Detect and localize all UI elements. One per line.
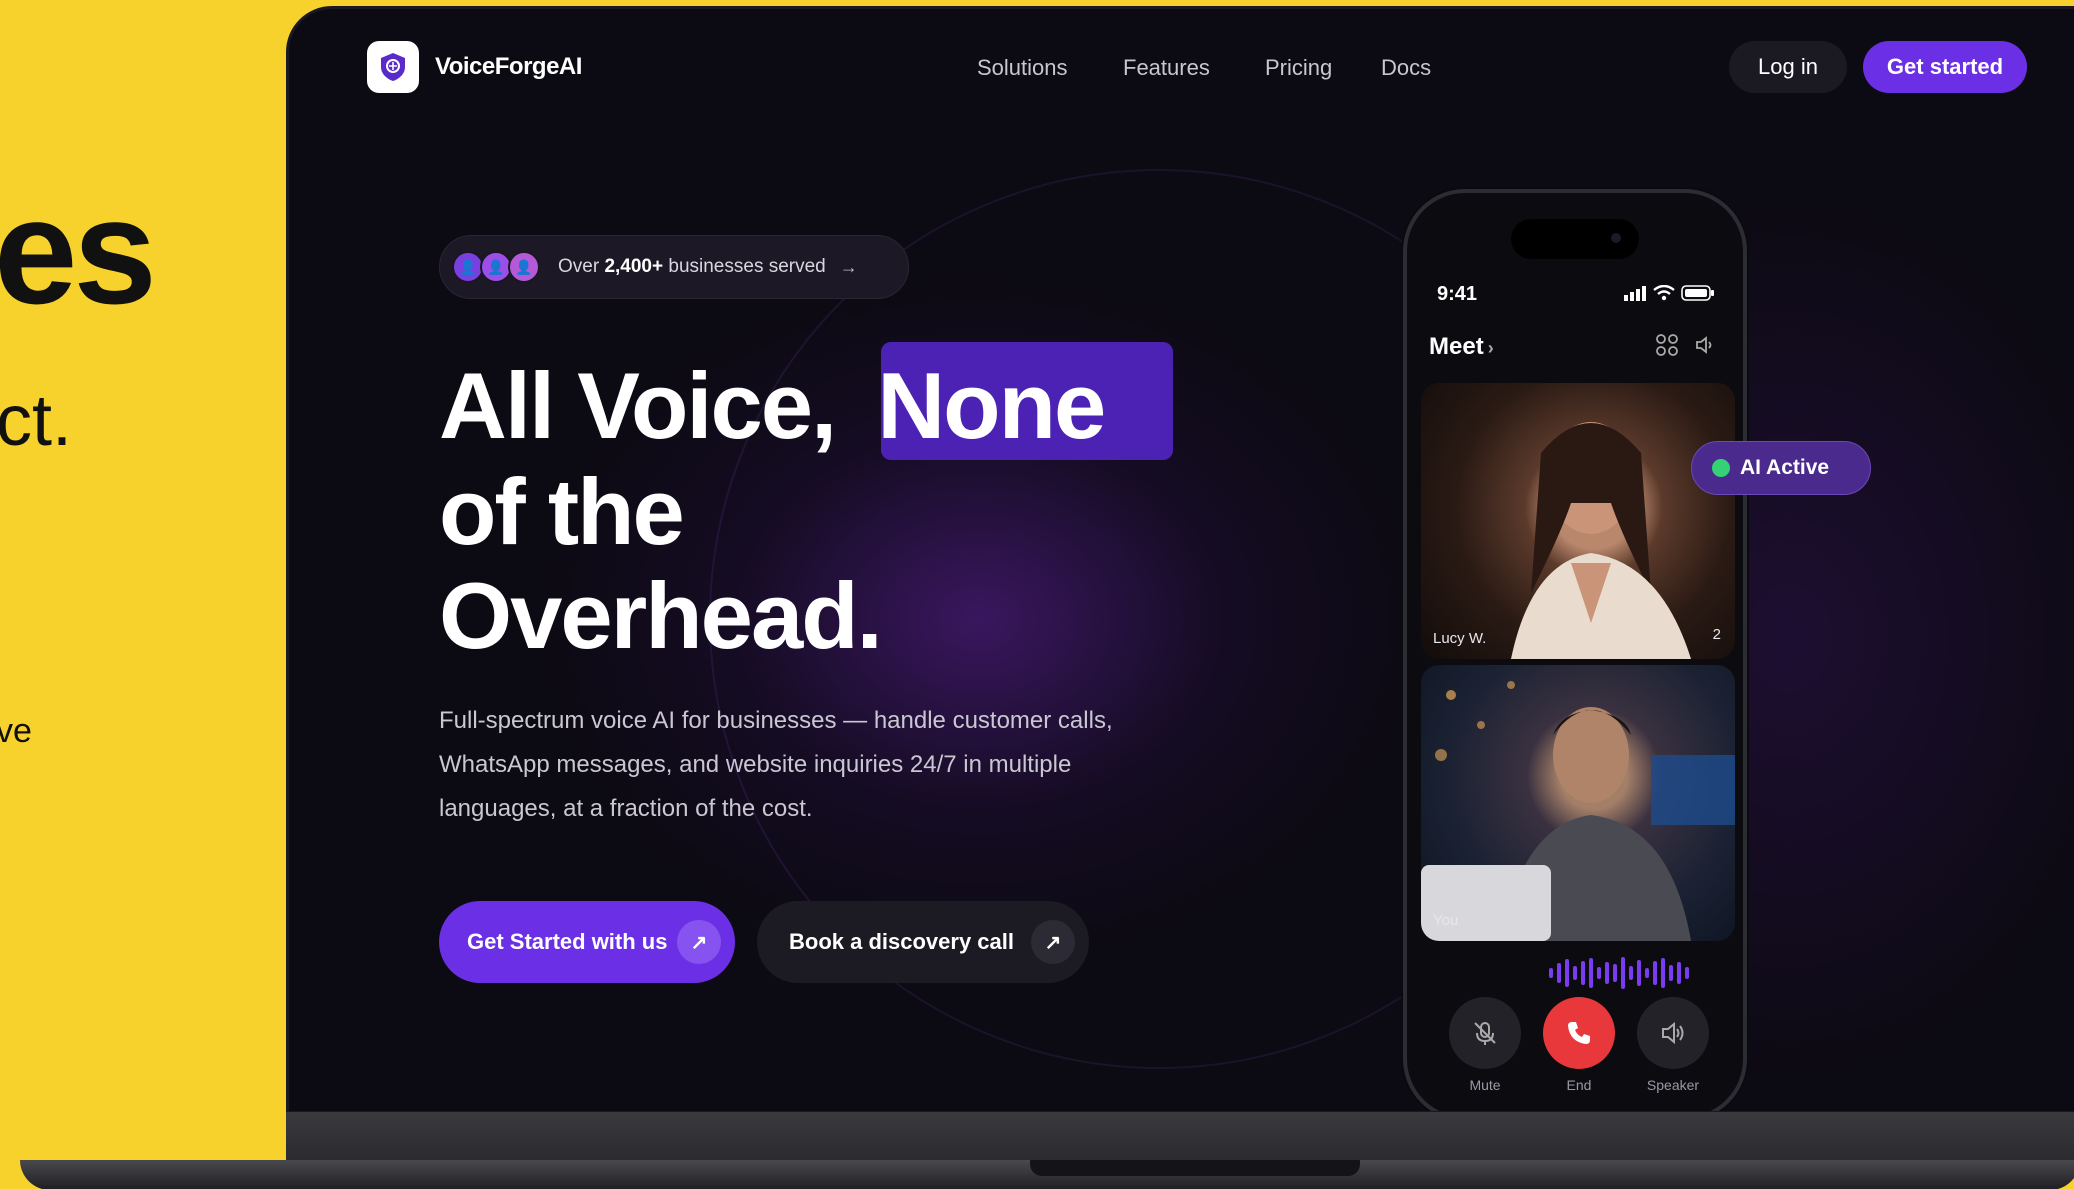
wifi-icon [1653,285,1675,301]
mute-button[interactable] [1449,997,1521,1069]
meet-title[interactable]: Meet › [1429,333,1494,361]
laptop-screen: VoiceForgeAI Solutions Features Pricing … [286,6,2074,1114]
grid-icon[interactable] [1655,333,1679,357]
dynamic-island [1511,219,1639,259]
hero-subtitle: Full-spectrum voice AI for businesses — … [439,707,1113,822]
status-dot-icon [1712,459,1730,477]
avatar: 👤 [508,251,540,283]
backdrop-small-fragment: ve [0,712,32,750]
video-tile-lucy[interactable]: Lucy W. 2 [1421,383,1735,659]
get-started-label: Get Started with us [467,929,668,954]
participant-name: Lucy W. [1433,630,1487,647]
mute-label: Mute [1469,1077,1501,1093]
audio-waveform [1549,955,1689,991]
backdrop-title-fragment: es [0,167,157,335]
volume-icon[interactable] [1693,333,1717,357]
participant-count: 2 [1712,626,1721,643]
battery-icon [1681,285,1714,301]
end-call-button[interactable] [1543,997,1615,1069]
phone-icon [1568,1022,1590,1044]
meet-toolbar [1655,333,1717,357]
badge-text: Over 2,400+ businesses served [558,256,826,277]
laptop-notch [1030,1160,1360,1176]
speaker-button[interactable] [1637,997,1709,1069]
nav-pricing[interactable]: Pricing [1265,55,1332,81]
arrow-up-right-icon: ↗ [1031,920,1075,964]
backdrop-line-fragment: ct. [0,381,73,461]
ai-status-label: AI Active [1740,456,1830,479]
headline-line-3: Overhead. [439,563,883,668]
end-label: End [1566,1077,1592,1093]
book-call-label: Book a discovery call [789,929,1014,954]
headline-line-1: All Voice, None [439,353,1106,458]
login-button[interactable]: Log in [1729,41,1847,93]
get-started-button[interactable]: Get Started with us ↗ [439,901,735,983]
shield-icon [381,53,405,81]
get-started-nav-button[interactable]: Get started [1863,41,2027,93]
logo[interactable] [367,41,419,93]
nav-features[interactable]: Features [1123,55,1210,81]
book-call-button[interactable]: Book a discovery call ↗ [757,901,1089,983]
social-proof-badge[interactable]: 👤 👤 👤 Over 2,400+ businesses served → [439,235,909,299]
arrow-up-right-icon: ↗ [677,920,721,964]
signal-icon [1624,286,1646,301]
video-tile-you[interactable]: You [1421,665,1735,941]
laptop-base [286,1112,2074,1164]
speaker-icon [1662,1021,1684,1045]
top-nav: VoiceForgeAI Solutions Features Pricing … [289,33,2074,101]
participant-name: You [1433,912,1459,929]
headline-line-2: of the [439,459,685,564]
nav-solutions[interactable]: Solutions [977,55,1068,81]
person-silhouette-icon [1511,422,1691,659]
nav-docs[interactable]: Docs [1381,55,1431,81]
phone-time: 9:41 [1437,283,1478,305]
phone-mockup: 9:41 Meet › Lucy W. 2 You Mute End Speak… [1403,189,1747,1111]
ai-active-badge: AI Active [1691,441,1871,495]
brand-name[interactable]: VoiceForgeAI [435,53,582,81]
person-silhouette-icon [1421,681,1735,941]
phone-status-icons [1623,285,1715,301]
mic-off-icon [1474,1022,1496,1045]
arrow-right-icon: → [839,256,858,277]
speaker-label: Speaker [1646,1077,1700,1093]
headline-highlight-word: None [877,353,1106,458]
